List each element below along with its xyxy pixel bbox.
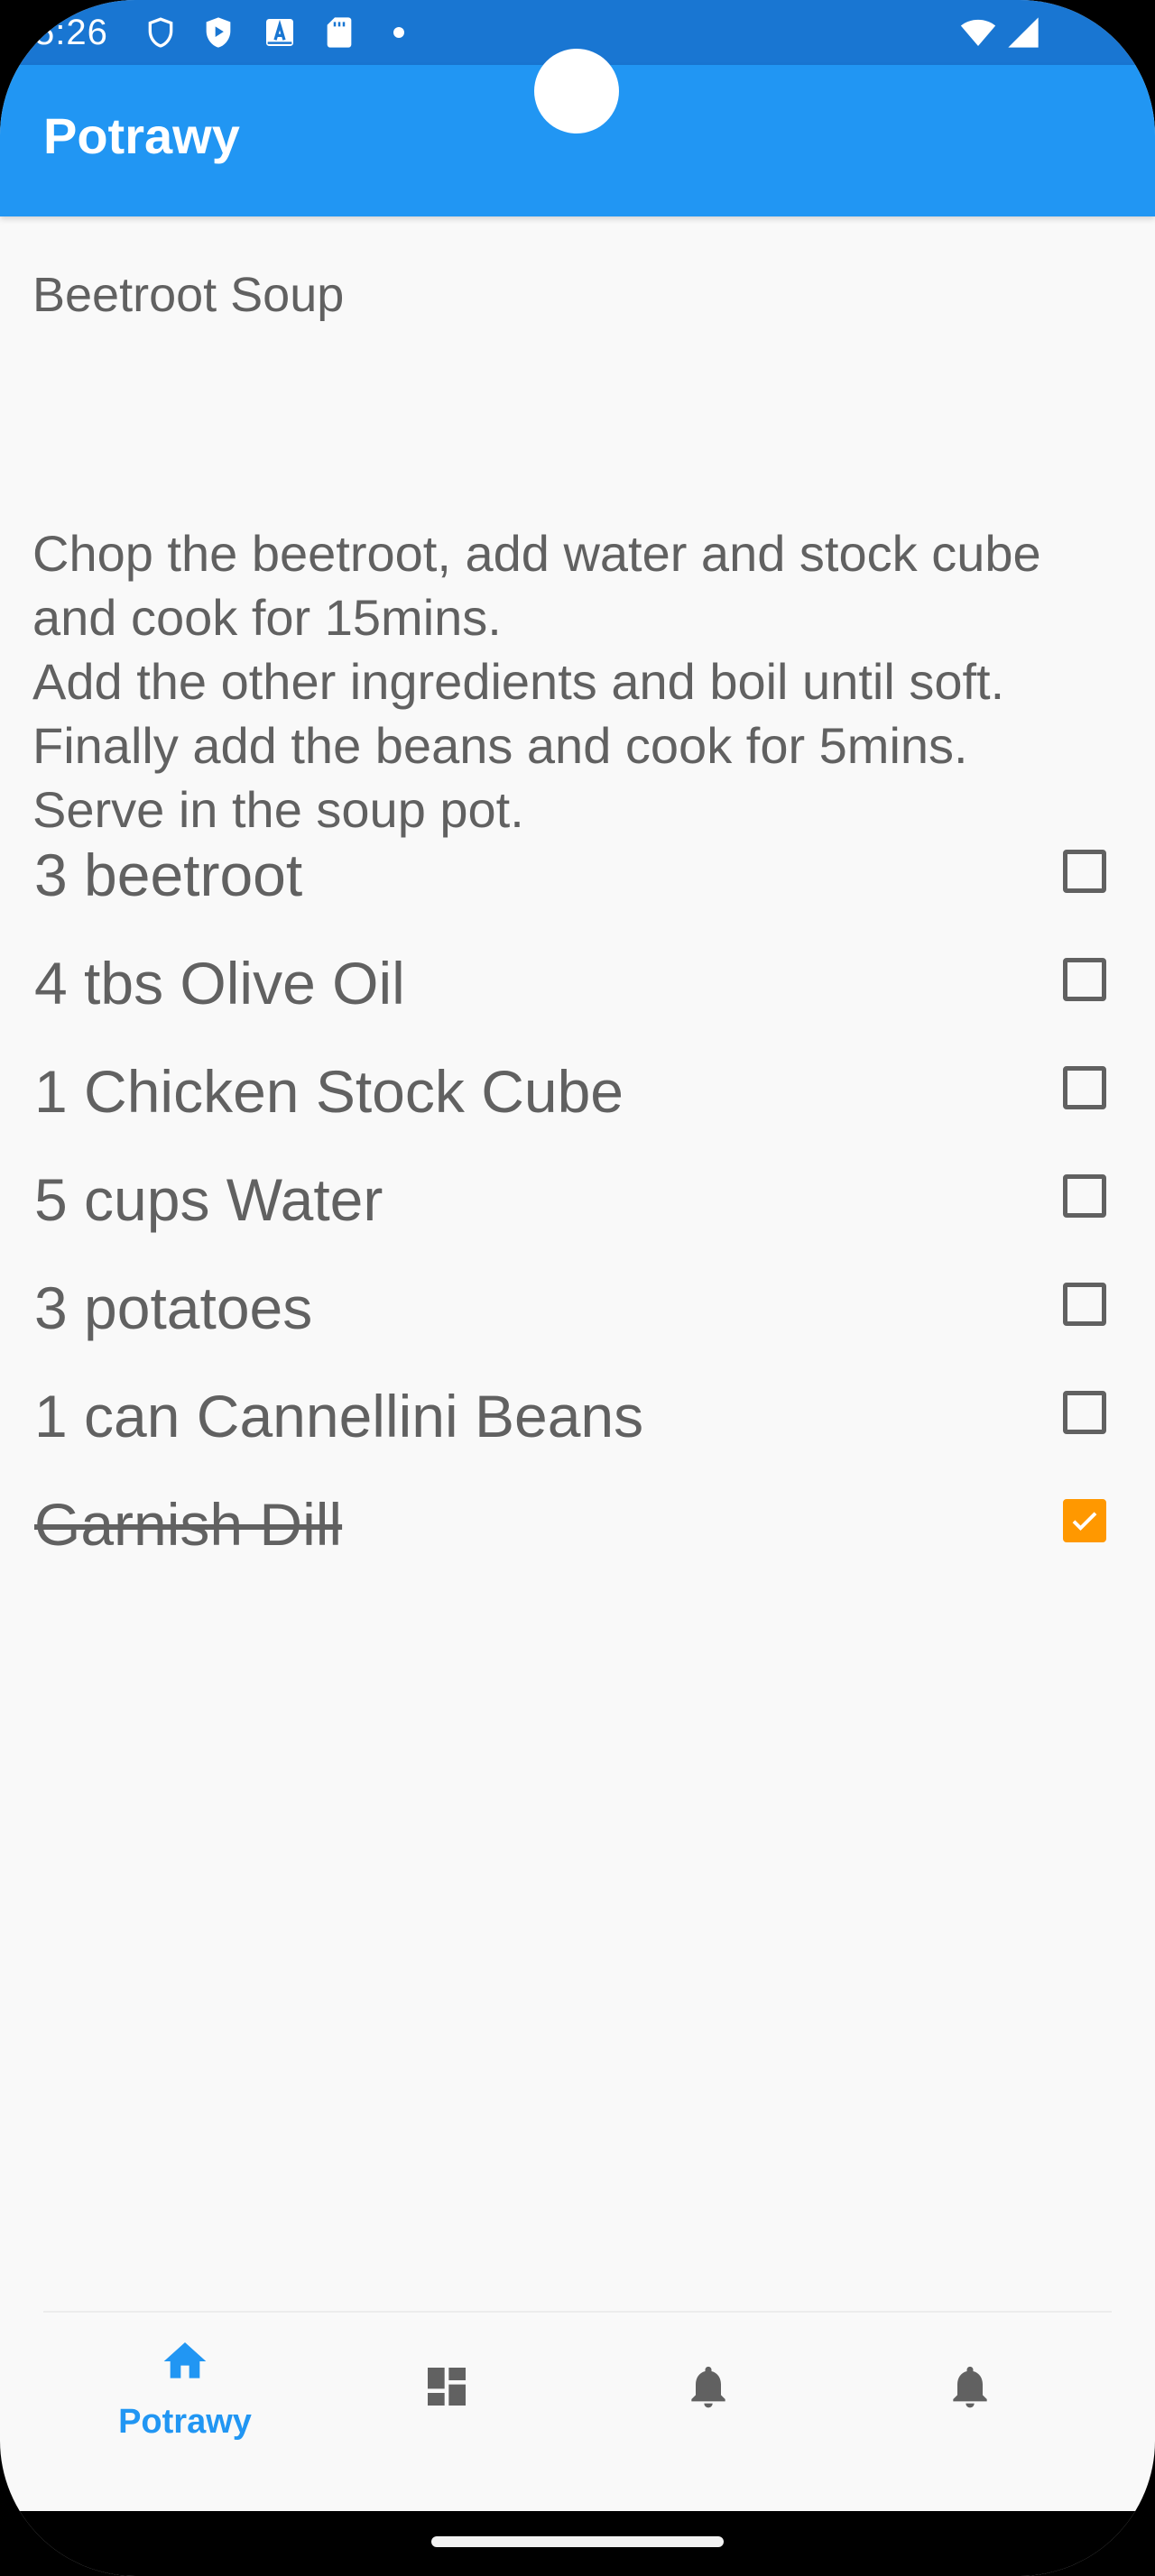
ingredient-label: 1 can Cannellini Beans xyxy=(34,1383,644,1449)
ingredient-checkbox[interactable] xyxy=(1063,850,1106,893)
nav-item-notifications-2[interactable] xyxy=(839,2313,1101,2511)
nav-item-dashboard[interactable] xyxy=(316,2313,578,2511)
ingredient-item[interactable]: 3 beetroot xyxy=(0,823,1155,931)
ingredient-label: 3 beetroot xyxy=(34,842,303,908)
gesture-area xyxy=(0,2511,1155,2576)
ingredient-label: 3 potatoes xyxy=(34,1274,313,1341)
wifi-icon xyxy=(960,14,996,51)
ingredient-checkbox-checked[interactable] xyxy=(1063,1499,1106,1542)
ingredient-checkbox[interactable] xyxy=(1063,1283,1106,1326)
ingredient-label: 1 Chicken Stock Cube xyxy=(34,1058,624,1125)
nav-item-potrawy[interactable]: Potrawy xyxy=(54,2313,316,2511)
ingredient-label: Garnish Dill xyxy=(34,1491,343,1558)
ingredient-item-checked[interactable]: Garnish Dill xyxy=(0,1472,1155,1580)
status-time: 5:26 xyxy=(34,13,108,52)
a-box-icon xyxy=(262,14,298,51)
nav-label-potrawy: Potrawy xyxy=(118,2403,252,2441)
bottom-navigation: Potrawy xyxy=(0,2313,1155,2511)
ingredient-label: 5 cups Water xyxy=(34,1166,383,1233)
ingredient-item[interactable]: 1 Chicken Stock Cube xyxy=(0,1039,1155,1147)
instruction-line: Add the other ingredients and boil until… xyxy=(32,653,1005,710)
ingredient-item[interactable]: 5 cups Water xyxy=(0,1147,1155,1256)
ingredient-item[interactable]: 4 tbs Olive Oil xyxy=(0,931,1155,1039)
signal-icon xyxy=(1005,14,1041,51)
shield-play-icon xyxy=(200,14,236,51)
camera-cutout xyxy=(534,49,619,133)
dot-icon xyxy=(393,27,404,38)
ingredient-checkbox[interactable] xyxy=(1063,1066,1106,1109)
ingredient-checkbox[interactable] xyxy=(1063,1391,1106,1434)
sd-card-icon xyxy=(321,14,357,51)
nav-item-notifications[interactable] xyxy=(578,2313,839,2511)
ingredient-checkbox[interactable] xyxy=(1063,1174,1106,1218)
ingredient-label: 4 tbs Olive Oil xyxy=(34,950,405,1017)
ingredient-item[interactable]: 3 potatoes xyxy=(0,1256,1155,1364)
bell-icon xyxy=(945,2361,995,2412)
dashboard-icon xyxy=(421,2361,472,2412)
app-title: Potrawy xyxy=(43,107,240,164)
ingredient-checkbox[interactable] xyxy=(1063,958,1106,1001)
ingredient-list: 3 beetroot 4 tbs Olive Oil 1 Chicken Sto… xyxy=(0,823,1155,1580)
instruction-line: Finally add the beans and cook for 5mins… xyxy=(32,717,968,774)
recipe-instructions: Chop the beetroot, add water and stock c… xyxy=(32,521,1142,842)
bell-icon xyxy=(683,2361,734,2412)
recipe-title: Beetroot Soup xyxy=(32,268,345,322)
ingredient-item[interactable]: 1 can Cannellini Beans xyxy=(0,1364,1155,1472)
app-screen: 5:26 Potrawy Beetroot Soup Chop the beet… xyxy=(0,0,1155,2576)
shield-outline-icon xyxy=(143,14,179,51)
home-icon xyxy=(160,2336,210,2387)
instruction-line: and cook for 15mins. xyxy=(32,589,502,646)
instruction-line: Chop the beetroot, add water and stock c… xyxy=(32,525,1041,582)
checkmark-icon xyxy=(1072,1512,1097,1532)
home-gesture-bar[interactable] xyxy=(431,2536,724,2547)
